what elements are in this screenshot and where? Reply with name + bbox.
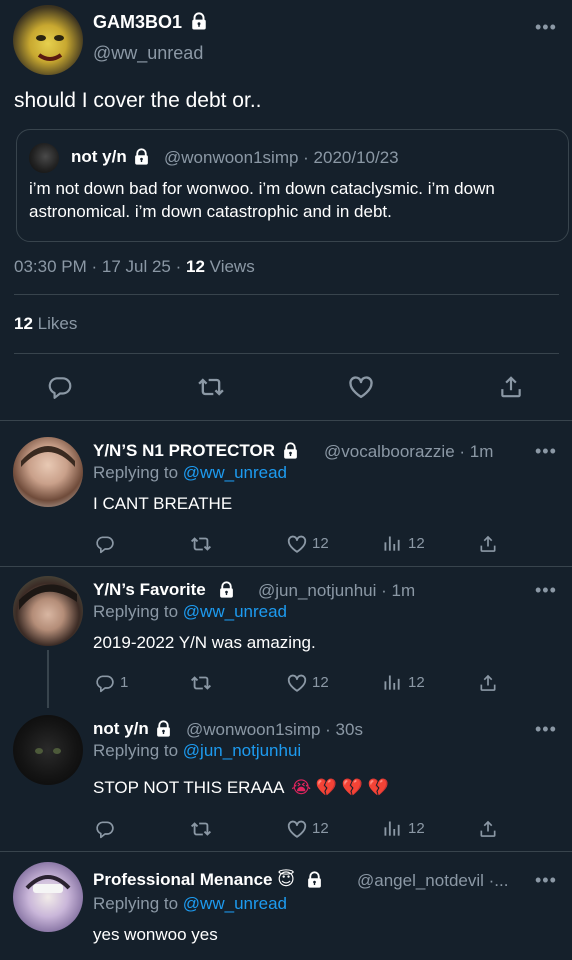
reply-text: 2019-2022 Y/N was amazing. <box>93 633 316 652</box>
divider <box>0 566 572 567</box>
more-dots-icon[interactable]: ••• <box>535 18 557 36</box>
reply-bubble-icon[interactable] <box>95 673 115 693</box>
like-count: 12 <box>312 535 329 552</box>
quote-author-name: not y/n <box>71 147 127 166</box>
views-bar-icon[interactable] <box>382 819 402 839</box>
views-count: 12 <box>186 257 205 276</box>
share-icon[interactable] <box>478 534 498 554</box>
reply-count: 1 <box>120 674 129 691</box>
lock-icon <box>282 442 299 459</box>
reply-bubble-icon[interactable] <box>95 819 115 839</box>
views-bar-icon[interactable] <box>382 673 402 693</box>
lock-icon <box>306 871 323 888</box>
like-count: 12 <box>312 820 329 837</box>
more-dots-icon[interactable]: ••• <box>535 871 557 889</box>
lock-icon <box>190 12 208 30</box>
divider <box>0 420 572 421</box>
quote-date: · 2020/10/23 <box>303 148 399 167</box>
reply-author-name[interactable]: Y/N’S N1 PROTECTOR <box>93 441 275 460</box>
views-bar-icon[interactable] <box>382 534 402 554</box>
main-author-name[interactable]: GAM3BO1 <box>93 12 182 32</box>
main-tweet-text: should I cover the debt or.. <box>14 89 262 112</box>
reply-bubble-icon[interactable] <box>95 534 115 554</box>
tweet-timestamp[interactable]: 03:30 PM · 17 Jul 25 · <box>14 257 181 276</box>
retweet-icon[interactable] <box>190 818 212 840</box>
likes-stat[interactable]: 12 Likes <box>14 314 77 334</box>
reply-author-avatar[interactable] <box>13 862 83 932</box>
heart-icon[interactable] <box>347 373 375 401</box>
divider <box>14 294 559 295</box>
retweet-icon[interactable] <box>197 373 225 401</box>
reply-text: yes wonwoo yes <box>93 925 218 944</box>
reply-author-name-emoji: 😇 <box>277 870 295 889</box>
quote-text: i’m not down bad for wonwoo. i’m down ca… <box>29 179 495 221</box>
reply-author-handle[interactable]: @jun_notjunhui · 1m <box>258 581 415 601</box>
reply-author-avatar[interactable] <box>13 576 83 646</box>
thread-line <box>47 650 49 708</box>
lock-icon <box>155 720 172 737</box>
more-dots-icon[interactable]: ••• <box>535 581 557 599</box>
replying-to-label: Replying to <box>93 741 179 760</box>
likes-count: 12 <box>14 314 33 333</box>
reply-author-handle[interactable]: @angel_notdevil ·... <box>357 871 508 891</box>
heart-icon[interactable] <box>286 672 308 694</box>
replying-to-handle[interactable]: @ww_unread <box>183 602 287 621</box>
replying-to-label: Replying to <box>93 894 179 913</box>
share-icon[interactable] <box>478 673 498 693</box>
reply-text: I CANT BREATHE <box>93 494 233 513</box>
main-author-handle[interactable]: @ww_unread <box>93 43 203 64</box>
share-icon[interactable] <box>498 374 524 400</box>
quote-author-handle: @wonwoon1simp <box>164 148 299 167</box>
like-count: 12 <box>312 674 329 691</box>
reply-author-handle[interactable]: @wonwoon1simp · 30s <box>186 720 363 740</box>
divider <box>0 851 572 852</box>
quote-author-avatar <box>29 143 59 173</box>
more-dots-icon[interactable]: ••• <box>535 720 557 738</box>
heart-icon[interactable] <box>286 818 308 840</box>
reply-author-avatar[interactable] <box>13 437 83 507</box>
replying-to-handle[interactable]: @ww_unread <box>183 894 287 913</box>
reply-author-handle[interactable]: @vocalboorazzie · 1m <box>324 442 493 462</box>
replying-to-handle[interactable]: @jun_notjunhui <box>183 741 301 760</box>
quoted-tweet-card[interactable]: not y/n @wonwoon1simp · 2020/10/23 i’m n… <box>16 129 569 242</box>
reply-text: STOP NOT THIS ERAAA <box>93 778 284 797</box>
likes-label: Likes <box>37 314 78 333</box>
view-count: 12 <box>408 674 425 691</box>
lock-icon <box>218 581 235 598</box>
view-count: 12 <box>408 820 425 837</box>
reply-author-name[interactable]: Professional Menance <box>93 870 273 889</box>
retweet-icon[interactable] <box>190 533 212 555</box>
reply-emojis: 😭 💔 💔 💔 <box>291 778 389 797</box>
reply-author-name[interactable]: Y/N’s Favorite <box>93 580 206 599</box>
divider <box>14 353 559 354</box>
replying-to-handle[interactable]: @ww_unread <box>183 463 287 482</box>
reply-bubble-icon[interactable] <box>47 374 73 400</box>
share-icon[interactable] <box>478 819 498 839</box>
main-author-avatar[interactable] <box>13 5 83 75</box>
replying-to-label: Replying to <box>93 602 179 621</box>
retweet-icon[interactable] <box>190 672 212 694</box>
more-dots-icon[interactable]: ••• <box>535 442 557 460</box>
lock-icon <box>133 148 150 165</box>
replying-to-label: Replying to <box>93 463 179 482</box>
view-count: 12 <box>408 535 425 552</box>
reply-author-name[interactable]: not y/n <box>93 719 149 738</box>
views-label: Views <box>209 257 255 276</box>
reply-author-avatar[interactable] <box>13 715 83 785</box>
heart-icon[interactable] <box>286 533 308 555</box>
